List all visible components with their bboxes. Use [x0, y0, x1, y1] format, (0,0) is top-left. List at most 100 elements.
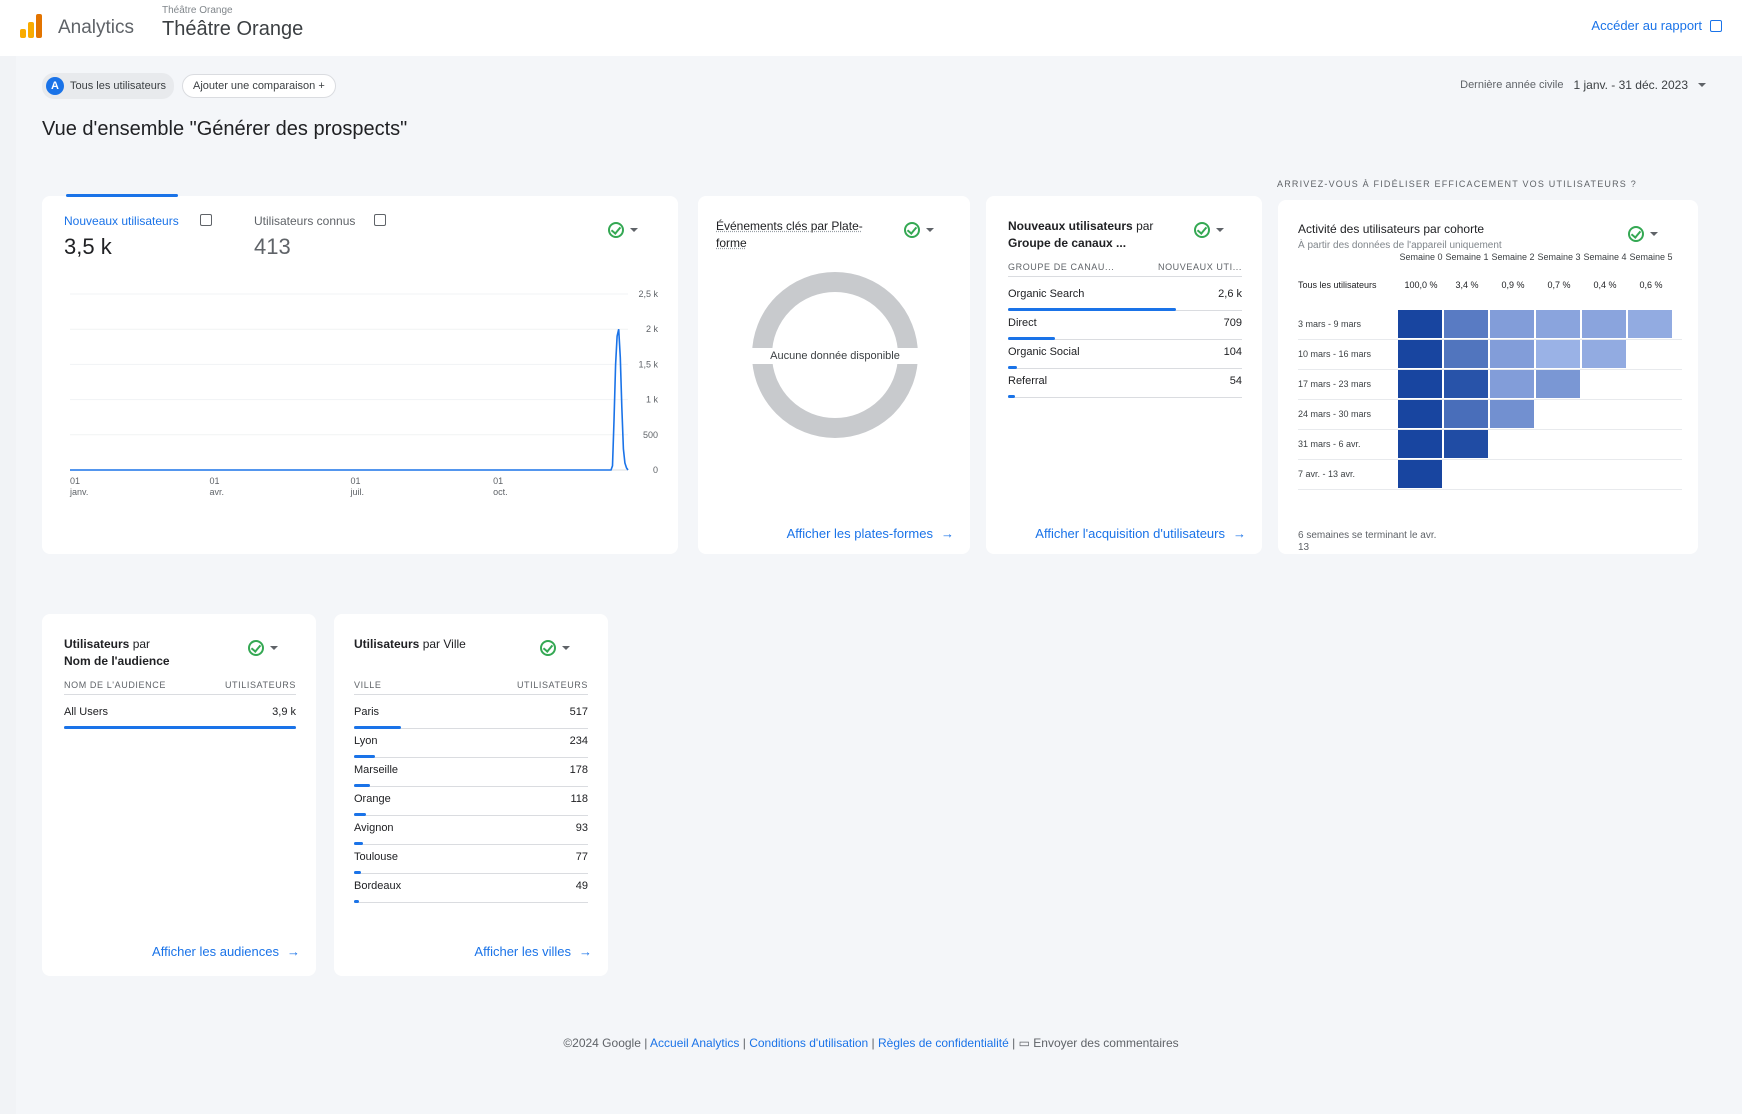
- cohort-cell[interactable]: [1582, 340, 1626, 368]
- copyright: ©2024 Google: [563, 1036, 641, 1050]
- cohort-cell[interactable]: [1444, 340, 1488, 368]
- arrow-right-icon: →: [579, 944, 592, 959]
- channel-card-title: Nouveaux utilisateurs par Groupe de cana…: [1008, 218, 1188, 252]
- dimension-selector[interactable]: par Ville: [423, 637, 466, 651]
- table-row[interactable]: All Users 3,9 k: [64, 706, 296, 730]
- row-label: Orange: [354, 793, 391, 805]
- cohort-cell[interactable]: [1536, 310, 1580, 338]
- view-audiences-link[interactable]: Afficher les audiences →: [152, 944, 300, 959]
- view-cities-link[interactable]: Afficher les villes →: [474, 944, 592, 959]
- feedback-link[interactable]: Envoyer des commentaires: [1033, 1036, 1178, 1050]
- tab-known-users[interactable]: Utilisateurs connus 413: [254, 196, 414, 266]
- cohort-cell[interactable]: [1398, 430, 1442, 458]
- table-row[interactable]: Organic Search 2,6 k: [1008, 288, 1242, 312]
- row-label: Organic Social: [1008, 346, 1080, 358]
- row-value-bar: [1008, 337, 1055, 340]
- help-icon[interactable]: [200, 214, 212, 226]
- cohort-cell[interactable]: [1444, 430, 1488, 458]
- table-row[interactable]: Organic Social 104: [1008, 346, 1242, 370]
- row-label: Avignon: [354, 822, 394, 834]
- chevron-down-icon: [1698, 83, 1706, 87]
- new-users-line-chart: 2,5 k 2 k 1,5 k 1 k 500 0 01 janv. 01 avr. 01 juil.…: [69, 289, 659, 497]
- cohort-all-users-value: 0,4 %: [1593, 280, 1617, 290]
- cohort-cell[interactable]: [1582, 310, 1626, 338]
- dimension-selector[interactable]: Nom de l'audience: [64, 654, 170, 668]
- chevron-down-icon: [1650, 232, 1658, 236]
- title-connector: par: [1136, 219, 1154, 233]
- help-icon[interactable]: [374, 214, 386, 226]
- metric-selector[interactable]: Utilisateurs: [354, 637, 419, 651]
- open-report-label: Accéder au rapport: [1591, 18, 1702, 33]
- header-divider: [1008, 276, 1242, 277]
- analytics-logo-icon[interactable]: [18, 12, 44, 38]
- cohort-row-divider: [1298, 459, 1682, 460]
- users-overview-card: Nouveaux utilisateurs 3,5 k Utilisateurs…: [42, 194, 678, 554]
- cohort-cell[interactable]: [1490, 310, 1534, 338]
- view-acquisition-label: Afficher l'acquisition d'utilisateurs: [1035, 526, 1225, 541]
- data-quality-control[interactable]: [248, 640, 278, 656]
- y-tick-label: 500: [643, 430, 658, 440]
- open-report-link[interactable]: Accéder au rapport: [1591, 18, 1722, 33]
- row-value-bar: [354, 871, 362, 874]
- column-header-users: UTILISATEURS: [516, 680, 588, 690]
- add-comparison-button[interactable]: Ajouter une comparaison +: [182, 74, 336, 98]
- cohort-row-divider: [1298, 489, 1682, 490]
- top-bar: Analytics Théâtre Orange Théâtre Orange …: [0, 0, 1742, 56]
- cohort-cell[interactable]: [1398, 400, 1442, 428]
- view-audiences-label: Afficher les audiences: [152, 944, 279, 959]
- cohort-row-label: 10 mars - 16 mars: [1298, 349, 1372, 359]
- table-row[interactable]: Lyon 234: [354, 735, 588, 759]
- table-row[interactable]: Avignon 93: [354, 822, 588, 846]
- dimension-selector[interactable]: Groupe de canaux ...: [1008, 236, 1126, 250]
- footer-link-terms[interactable]: Conditions d'utilisation: [749, 1036, 868, 1050]
- table-row[interactable]: Paris 517: [354, 706, 588, 730]
- data-quality-control[interactable]: [1628, 226, 1658, 242]
- tab-new-users[interactable]: Nouveaux utilisateurs 3,5 k: [42, 194, 232, 266]
- row-value-bar: [64, 726, 296, 729]
- check-circle-icon: [608, 222, 624, 238]
- cohort-cell[interactable]: [1536, 340, 1580, 368]
- table-row[interactable]: Referral 54: [1008, 375, 1242, 399]
- cohort-all-users-value: 0,9 %: [1501, 280, 1525, 290]
- metric-selector[interactable]: Nouveaux utilisateurs: [1008, 219, 1133, 233]
- cohort-cell[interactable]: [1536, 370, 1580, 398]
- chevron-down-icon: [630, 228, 638, 232]
- x-tick-label: 01 janv.: [69, 476, 88, 497]
- data-quality-control[interactable]: [540, 640, 570, 656]
- table-row[interactable]: Marseille 178: [354, 764, 588, 788]
- cohort-cell[interactable]: [1398, 370, 1442, 398]
- row-label: Paris: [354, 706, 380, 718]
- data-quality-control[interactable]: [1194, 222, 1224, 238]
- data-quality-control[interactable]: [904, 222, 934, 238]
- cohort-cell[interactable]: [1398, 460, 1442, 488]
- view-platforms-link[interactable]: Afficher les plates-formes →: [787, 526, 954, 541]
- arrow-right-icon: →: [1233, 526, 1246, 541]
- y-tick-label: 2 k: [646, 324, 659, 334]
- cohort-cell[interactable]: [1490, 340, 1534, 368]
- metric-selector[interactable]: Utilisateurs: [64, 637, 129, 651]
- table-row[interactable]: Direct 709: [1008, 317, 1242, 341]
- cohort-cell[interactable]: [1490, 370, 1534, 398]
- cohort-cell[interactable]: [1490, 400, 1534, 428]
- view-cities-label: Afficher les villes: [474, 944, 571, 959]
- data-quality-control[interactable]: [608, 222, 638, 238]
- cohort-cell[interactable]: [1444, 310, 1488, 338]
- date-range-picker[interactable]: Dernière année civile 1 janv. - 31 déc. …: [1460, 78, 1706, 92]
- property-selector[interactable]: Théâtre Orange Théâtre Orange: [162, 5, 303, 41]
- cohort-cell[interactable]: [1444, 370, 1488, 398]
- cohort-cell[interactable]: [1398, 310, 1442, 338]
- table-row[interactable]: Toulouse 77: [354, 851, 588, 875]
- header-divider: [64, 694, 296, 695]
- footer-link-privacy[interactable]: Règles de confidentialité: [878, 1036, 1009, 1050]
- cohort-week-header: Semaine 4: [1583, 252, 1627, 262]
- app-name[interactable]: Analytics: [58, 17, 134, 39]
- chevron-down-icon: [1216, 228, 1224, 232]
- table-row[interactable]: Bordeaux 49: [354, 880, 588, 904]
- segment-chip[interactable]: A Tous les utilisateurs: [42, 73, 174, 99]
- cohort-cell[interactable]: [1444, 400, 1488, 428]
- table-row[interactable]: Orange 118: [354, 793, 588, 817]
- cohort-cell[interactable]: [1628, 310, 1672, 338]
- cohort-cell[interactable]: [1398, 340, 1442, 368]
- view-acquisition-link[interactable]: Afficher l'acquisition d'utilisateurs →: [1035, 526, 1246, 541]
- footer-link-home[interactable]: Accueil Analytics: [650, 1036, 739, 1050]
